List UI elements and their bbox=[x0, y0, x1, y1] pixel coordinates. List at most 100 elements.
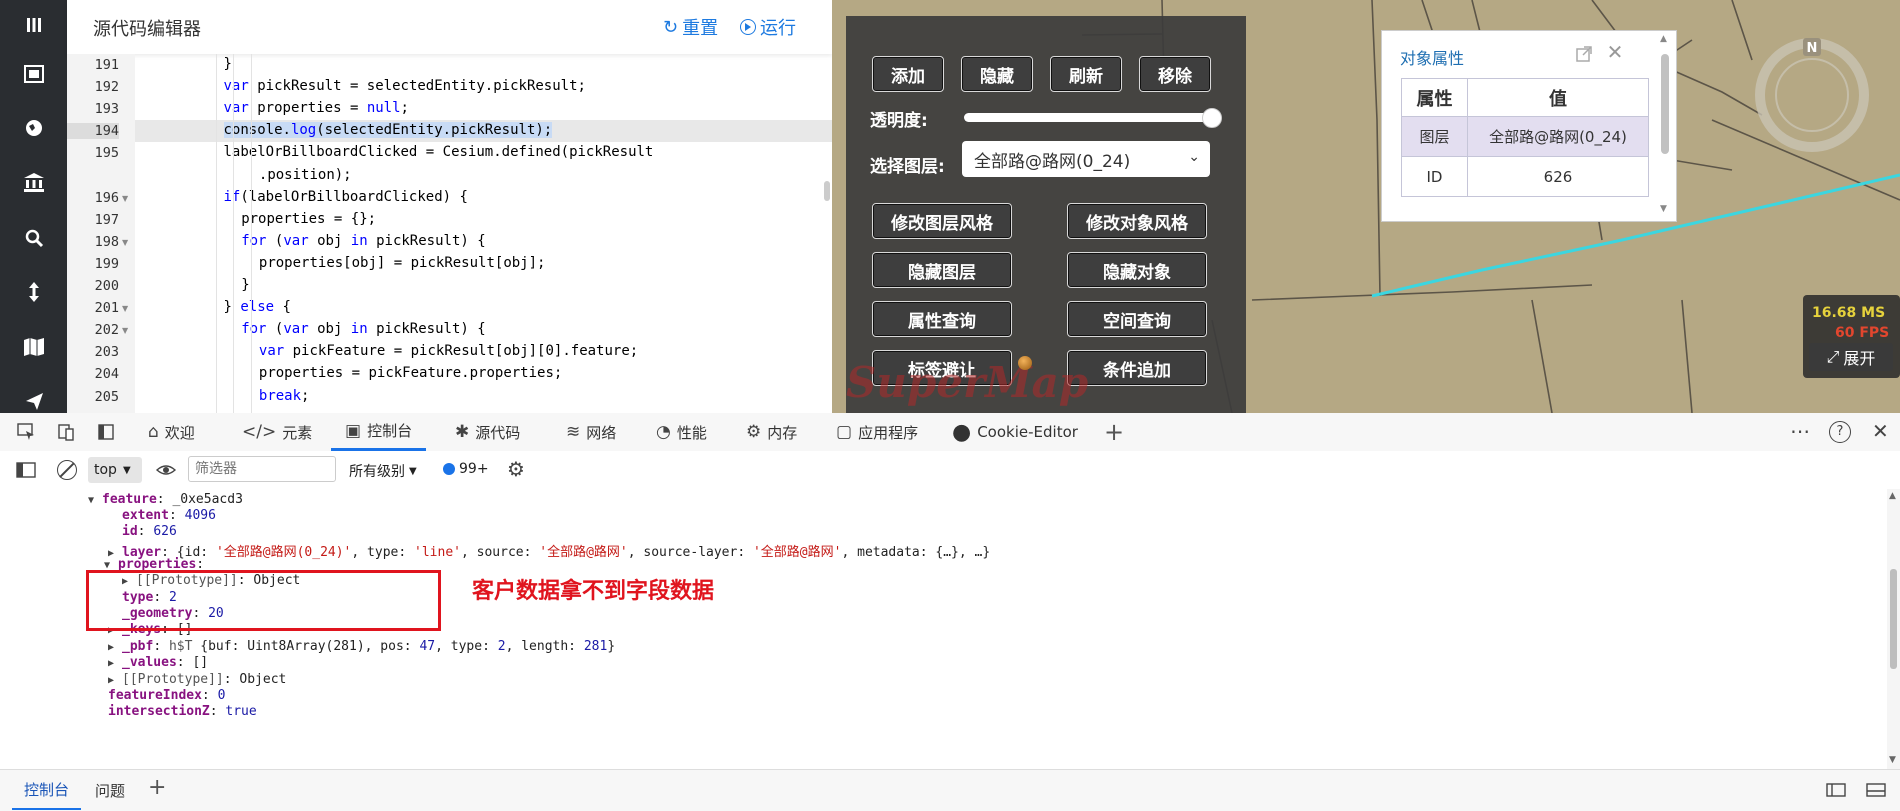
opacity-slider-handle[interactable] bbox=[1202, 108, 1222, 128]
message-count-badge[interactable]: 99+ bbox=[443, 461, 489, 477]
hide-layer-button[interactable]: 隐藏图层 bbox=[872, 252, 1012, 288]
console-scrollbar[interactable]: ▲ ▼ bbox=[1887, 489, 1900, 769]
console-line-extent: extent: 4096 bbox=[122, 508, 216, 523]
fold-arrow-icon[interactable]: ▼ bbox=[122, 238, 128, 247]
drawer-tab-issues[interactable]: 问题 bbox=[95, 770, 125, 810]
drawer-tab-console[interactable]: 控制台 bbox=[12, 770, 82, 810]
device-icon[interactable] bbox=[56, 422, 76, 442]
code-line: properties = {}; bbox=[241, 210, 377, 227]
tab-code[interactable]: </> 元素 bbox=[242, 413, 312, 451]
close-icon[interactable]: ✕ bbox=[1605, 42, 1625, 62]
tab-app[interactable]: ▢ 应用程序 bbox=[836, 413, 918, 451]
add-button[interactable]: 添加 bbox=[872, 56, 944, 92]
line-number: 192 bbox=[94, 79, 119, 96]
add-label: 添加 bbox=[891, 66, 925, 87]
vertical-arrows-icon[interactable] bbox=[17, 275, 51, 309]
expand-label: 展开 bbox=[1843, 349, 1876, 368]
more-options-icon[interactable]: ⋯ bbox=[1790, 419, 1810, 443]
performance-stats: 16.68 MS 60 FPS ⤢ 展开 bbox=[1803, 295, 1900, 378]
expand-triangle-icon[interactable]: ▼ bbox=[88, 495, 102, 506]
label-avoid-button[interactable]: 标签避让 bbox=[872, 350, 1012, 386]
reset-icon: ↻ bbox=[663, 16, 679, 38]
code-line: var pickResult = selectedEntity.pickResu… bbox=[223, 78, 586, 95]
filter-input[interactable] bbox=[188, 456, 336, 482]
undock-icon[interactable] bbox=[1866, 781, 1886, 799]
console-line-intersectionz: intersectionZ: true bbox=[108, 704, 257, 719]
tab-bug[interactable]: ✱ 源代码 bbox=[455, 413, 520, 451]
send-icon[interactable] bbox=[17, 384, 51, 413]
hide-object-button[interactable]: 隐藏对象 bbox=[1067, 252, 1207, 288]
annotation-text: 客户数据拿不到字段数据 bbox=[472, 579, 715, 604]
layer-select[interactable]: 全部路@路网(0_24) ⌄ bbox=[962, 141, 1210, 177]
line-number: 203 bbox=[94, 344, 119, 361]
refresh-button[interactable]: 刷新 bbox=[1050, 56, 1122, 92]
console-line-pbf[interactable]: ▶ _pbf: h$T {buf: Uint8Array(281), pos: 4… bbox=[108, 639, 615, 654]
fold-arrow-icon[interactable]: ▼ bbox=[122, 304, 128, 313]
add-drawer-tab-icon[interactable]: + bbox=[148, 775, 166, 800]
tab-console[interactable]: ▣ 控制台 bbox=[331, 413, 427, 451]
col-header-value: 值 bbox=[1467, 78, 1649, 117]
hide-button[interactable]: 隐藏 bbox=[961, 56, 1033, 92]
tab-wifi[interactable]: ≋ 网络 bbox=[566, 413, 616, 451]
condition-append-button[interactable]: 条件追加 bbox=[1067, 350, 1207, 386]
remove-button[interactable]: 移除 bbox=[1139, 56, 1211, 92]
attribute-query-button[interactable]: 属性查询 bbox=[872, 301, 1012, 337]
console-line-values[interactable]: ▶ _values: [] bbox=[108, 655, 208, 670]
prop-scrollbar[interactable]: ▲ ▼ bbox=[1658, 34, 1672, 219]
panel-toggle-icon[interactable] bbox=[96, 422, 116, 442]
console-line-layer[interactable]: ▶ layer: {id: '全部路@路网(0_24)', type: 'line… bbox=[108, 541, 990, 560]
tab-label: 内存 bbox=[767, 423, 798, 442]
attribute-query-label: 属性查询 bbox=[908, 311, 976, 332]
close-devtools-icon[interactable]: ✕ bbox=[1872, 419, 1889, 443]
caret-down-icon: ▼ bbox=[409, 465, 417, 477]
globe-icon[interactable] bbox=[17, 111, 51, 145]
console-line-feature[interactable]: ▼ feature: _0xe5acd3 bbox=[88, 492, 243, 507]
spatial-query-button[interactable]: 空间查询 bbox=[1067, 301, 1207, 337]
context-select[interactable]: top ▼ bbox=[88, 457, 142, 483]
external-link-icon[interactable] bbox=[1574, 44, 1594, 64]
search-icon[interactable] bbox=[17, 221, 51, 255]
code-line: } bbox=[241, 277, 250, 293]
help-icon[interactable]: ? bbox=[1829, 421, 1851, 443]
expand-triangle-icon[interactable]: ▶ bbox=[108, 675, 122, 686]
svg-text:N: N bbox=[1807, 41, 1818, 56]
tab-label: 性能 bbox=[676, 423, 707, 442]
indent-guide bbox=[215, 54, 217, 413]
tab-cookie[interactable]: ● Cookie-Editor bbox=[952, 413, 1078, 451]
settings-gear-icon[interactable]: ⚙ bbox=[507, 457, 525, 481]
expand-triangle-icon[interactable]: ▶ bbox=[108, 658, 122, 669]
opacity-slider-track[interactable] bbox=[964, 113, 1212, 122]
eye-icon[interactable] bbox=[155, 461, 177, 479]
modify-object-style-button[interactable]: 修改对象风格 bbox=[1067, 203, 1207, 239]
tab-memory[interactable]: ⚙ 内存 bbox=[746, 413, 797, 451]
compass-icon[interactable]: N bbox=[1755, 38, 1869, 152]
add-tab-icon[interactable]: + bbox=[1104, 418, 1124, 446]
menu-icon[interactable] bbox=[17, 8, 51, 42]
map-icon[interactable] bbox=[17, 330, 51, 364]
fold-arrow-icon[interactable]: ▼ bbox=[122, 194, 128, 203]
prop-window-title: 对象属性 bbox=[1400, 49, 1465, 68]
editor-scrollbar[interactable] bbox=[824, 181, 830, 201]
tab-gauge[interactable]: ◔ 性能 bbox=[656, 413, 707, 451]
clear-console-icon[interactable] bbox=[57, 460, 77, 480]
sidebar-toggle-icon[interactable] bbox=[16, 461, 36, 479]
levels-label: 所有级别 bbox=[349, 464, 405, 480]
fold-arrow-icon[interactable]: ▼ bbox=[122, 326, 128, 335]
levels-dropdown[interactable]: 所有级别 ▼ bbox=[349, 461, 417, 481]
message-count: 99+ bbox=[459, 461, 489, 477]
tab-home[interactable]: ⌂ 欢迎 bbox=[148, 413, 195, 451]
expand-button[interactable]: ⤢ 展开 bbox=[1809, 343, 1893, 371]
bug-icon: ✱ bbox=[455, 422, 470, 442]
line-number: 205 bbox=[94, 388, 119, 405]
modify-layer-style-label: 修改图层风格 bbox=[891, 213, 993, 234]
inspect-icon[interactable] bbox=[16, 422, 36, 442]
modify-layer-style-button[interactable]: 修改图层风格 bbox=[872, 203, 1012, 239]
reset-button[interactable]: ↻ 重置 bbox=[663, 14, 718, 40]
console-line-prototype2[interactable]: ▶ [[Prototype]]: Object bbox=[108, 672, 286, 687]
dock-icon[interactable] bbox=[1826, 781, 1846, 799]
run-button[interactable]: 运行 bbox=[740, 14, 796, 40]
expand-triangle-icon[interactable]: ▶ bbox=[108, 642, 122, 653]
remove-label: 移除 bbox=[1158, 66, 1192, 87]
building-icon[interactable] bbox=[17, 165, 51, 199]
layout-icon[interactable] bbox=[17, 57, 51, 91]
